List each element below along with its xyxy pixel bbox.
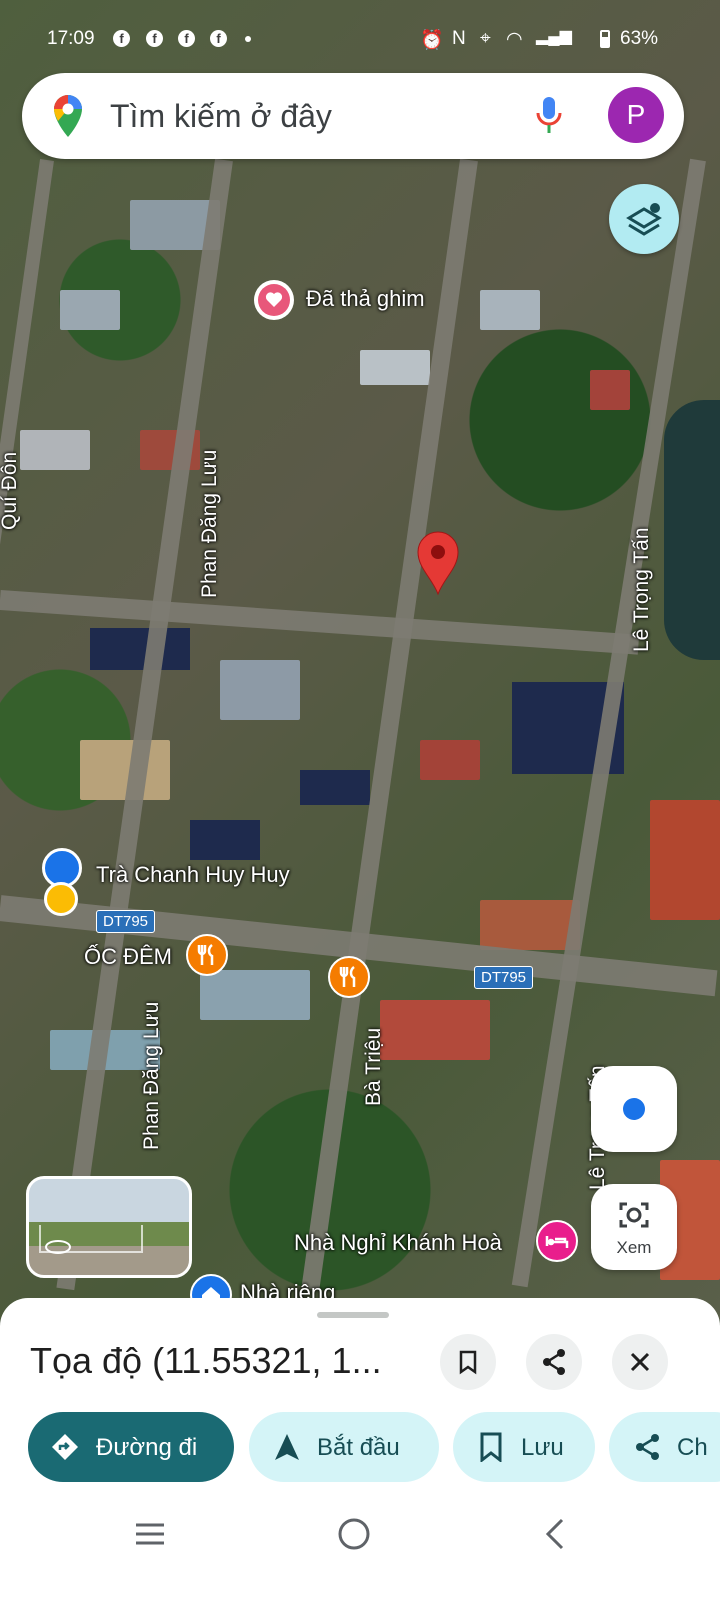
layers-button[interactable] [609,184,679,254]
road-ba-trieu [301,158,478,1291]
pinned-place-marker[interactable] [254,280,294,320]
road-badge: DT795 [474,966,534,989]
battery-icon [600,30,610,48]
avatar[interactable]: P [608,87,664,143]
camera-lens-icon [619,1202,649,1228]
bed-icon [545,1236,569,1248]
my-location-button[interactable] [591,1066,677,1152]
search-bar[interactable]: Tìm kiếm ở đây P [22,73,684,159]
street-label-qui-don: Quí Đôn [0,451,21,530]
directions-label: Đường đi [96,1434,198,1461]
view-lens-button[interactable]: Xem [591,1184,677,1270]
place-label-oc-dem: ỐC ĐÊM [84,944,172,969]
building [380,1000,490,1060]
my-location-icon [623,1098,645,1120]
heart-icon [258,284,290,316]
restaurant-marker[interactable] [328,956,370,998]
facebook-icon: f [178,30,195,47]
status-bar: 17:09 f f f f ⏰ N ⌖ ◠ ▂▄▆ 63% [0,22,720,58]
building [20,430,90,470]
solar-panel [300,770,370,805]
search-placeholder: Tìm kiếm ở đây [110,98,332,134]
building [360,350,430,385]
bookmark-icon [459,1350,477,1375]
close-button[interactable] [612,1334,668,1390]
building [220,660,300,720]
share-icon-button[interactable] [526,1334,582,1390]
start-button[interactable]: Bắt đầu [249,1412,439,1482]
fork-knife-icon [197,944,214,965]
building [80,740,170,800]
alarm-icon: ⏰ [420,30,444,51]
solar-panel [90,628,190,670]
location-icon: ⌖ [480,28,491,49]
mic-icon[interactable] [534,95,564,137]
system-nav-bar [0,1500,720,1600]
more-notifications-icon [245,36,251,42]
hotel-marker[interactable] [536,1220,578,1262]
road-badge: DT795 [96,910,156,933]
xem-label: Xem [616,1238,652,1257]
home-icon[interactable] [334,1514,374,1554]
building [60,290,120,330]
solar-panel [190,820,260,860]
directions-button[interactable]: Đường đi [28,1412,234,1482]
facebook-icon: f [146,30,163,47]
building [480,290,540,330]
place-marker-tra-chanh[interactable] [40,848,84,918]
battery-percent: 63% [620,28,659,49]
pinned-label: Đã thả ghim [306,286,425,311]
restaurant-marker[interactable] [186,934,228,976]
place-label-tra-chanh: Trà Chanh Huy Huy [96,862,290,887]
directions-icon [52,1434,78,1460]
building [200,970,310,1020]
place-label-nha-nghi: Nhà Nghỉ Khánh Hoà [294,1230,502,1255]
road [0,159,54,607]
save-label: Lưu [521,1434,564,1461]
360-icon [45,1240,71,1254]
bookmark-icon [480,1432,502,1462]
dropped-pin-icon[interactable] [414,528,462,596]
street-view-thumbnail[interactable] [26,1176,192,1278]
street-label-phan-dang-luu: Phan Đăng Lưu [198,449,221,598]
recent-apps-icon[interactable] [130,1516,170,1552]
navigation-arrow-icon [275,1434,299,1460]
share-icon [636,1434,659,1460]
facebook-icon: f [113,30,130,47]
building [590,370,630,410]
close-icon [630,1352,650,1372]
place-photo-icon [44,882,78,916]
share-label: Ch [677,1434,708,1461]
building [420,740,480,780]
building [650,800,720,920]
save-icon-button[interactable] [440,1334,496,1390]
pond [664,400,720,660]
street-label-le-trong-tan: Lê Trọng Tấn [630,527,653,652]
nfc-icon: N [452,28,466,49]
google-maps-logo-icon [54,95,82,137]
signal-icon: ▂▄▆ [536,28,572,45]
coordinate-title: Tọa độ (11.55321, 1... [30,1340,382,1381]
status-time: 17:09 [47,28,95,49]
layers-icon [626,203,662,236]
share-button[interactable]: Ch [609,1412,720,1482]
save-button[interactable]: Lưu [453,1412,595,1482]
back-icon[interactable] [538,1514,574,1554]
fork-knife-icon [339,966,356,987]
street-label-ba-trieu: Bà Triệu [362,1027,385,1106]
street-label-phan-dang-luu-2: Phan Đăng Lưu [140,1001,163,1150]
start-label: Bắt đầu [317,1434,400,1461]
share-icon [543,1349,565,1375]
facebook-icon: f [210,30,227,47]
wifi-icon: ◠ [506,29,523,50]
drag-handle[interactable] [317,1312,389,1318]
